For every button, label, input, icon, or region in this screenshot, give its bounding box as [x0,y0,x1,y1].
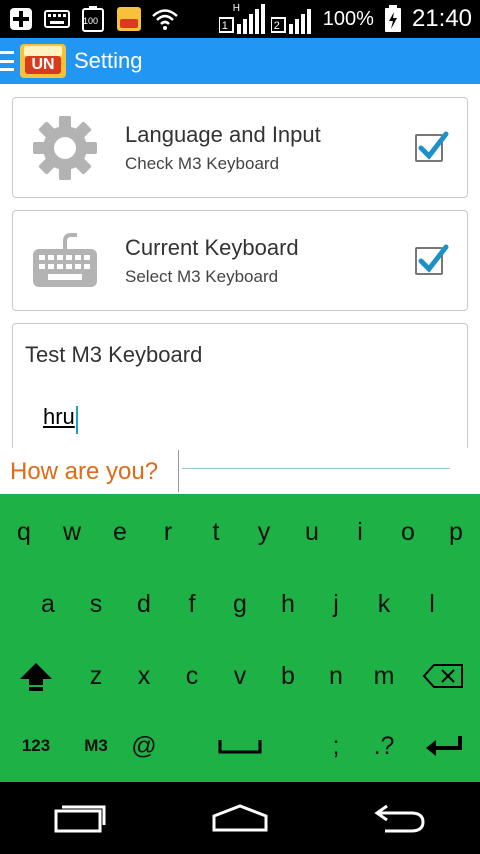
key-q[interactable]: q [0,502,48,562]
shift-icon [20,663,52,691]
enter-key[interactable] [414,716,474,776]
numbers-key[interactable]: 123 [12,716,60,776]
settings-content: Language and Input Check M3 Keyboard Cur… [0,84,480,453]
clock: 21:40 [411,5,472,32]
test-card-title: Test M3 Keyboard [25,342,203,367]
card-title: Current Keyboard [125,234,299,260]
language-key[interactable]: M3 [72,716,120,776]
page-title: Setting [74,48,143,73]
key-l[interactable]: l [408,574,456,634]
key-h[interactable]: h [264,574,312,634]
punctuation-key[interactable]: .? [360,716,408,776]
suggestion-item[interactable]: How are you? [10,458,158,486]
home-button[interactable] [205,793,275,843]
key-w[interactable]: w [48,502,96,562]
sim2-label: 2 [273,20,280,32]
space-icon [218,740,262,754]
key-z[interactable]: z [72,646,120,706]
suggestion-divider [178,450,179,492]
language-input-card[interactable]: Language and Input Check M3 Keyboard [12,97,468,198]
test-input-value: hru [43,404,75,429]
keyboard-icon [25,221,105,301]
app-logo: UN [20,44,66,78]
keyboard: q w e r t y u i o p a s d f g h j k l z … [0,494,480,782]
plus-box-icon [8,6,34,32]
keyboard-icon [44,6,70,32]
key-b[interactable]: b [264,646,312,706]
app-bar: UN Setting [0,38,480,84]
suggestion-bar: How are you? [0,448,480,494]
wifi-icon [152,6,178,32]
key-o[interactable]: o [384,502,432,562]
battery-badge: 100 [83,16,99,26]
key-r[interactable]: r [144,502,192,562]
key-d[interactable]: d [120,574,168,634]
key-v[interactable]: v [216,646,264,706]
key-g[interactable]: g [216,574,264,634]
app-logo-badge: UN [25,56,61,74]
test-input-field[interactable]: hru [43,404,467,434]
key-k[interactable]: k [360,574,408,634]
suggestion-empty-slot [182,468,450,469]
battery-percent: 100% [322,7,374,30]
language-input-checkbox[interactable] [415,131,449,162]
gear-icon [25,108,105,188]
status-bar: 100 H 1 2 100% 21:40 [0,0,480,38]
key-e[interactable]: e [96,502,144,562]
home-icon [212,804,268,832]
key-j[interactable]: j [312,574,360,634]
key-p[interactable]: p [432,502,480,562]
screen: { "status_bar": { "left_icons": ["plus-b… [0,0,480,854]
text-caret [75,405,78,434]
enter-icon [426,736,462,756]
key-f[interactable]: f [168,574,216,634]
at-key[interactable]: @ [120,716,168,776]
key-y[interactable]: y [240,502,288,562]
current-keyboard-checkbox[interactable] [415,244,449,275]
sim1-label: 1 [221,20,228,32]
key-i[interactable]: i [336,502,384,562]
key-t[interactable]: t [192,502,240,562]
test-keyboard-card: Test M3 Keyboard hru [12,323,468,453]
signal-sim2-icon: 2 [270,6,317,34]
backspace-key[interactable] [414,646,472,706]
back-icon [374,804,425,833]
semicolon-key[interactable]: ; [312,716,360,776]
shift-key[interactable] [12,646,60,706]
key-s[interactable]: s [72,574,120,634]
key-n[interactable]: n [312,646,360,706]
key-m[interactable]: m [360,646,408,706]
card-subtitle: Select M3 Keyboard [125,266,279,286]
recent-apps-icon [54,805,106,833]
battery-100-icon: 100 [80,6,106,32]
back-button[interactable] [365,793,435,843]
menu-icon[interactable] [0,51,14,71]
key-u[interactable]: u [288,502,336,562]
navigation-bar [0,782,480,854]
recent-apps-button[interactable] [45,793,115,843]
current-keyboard-card[interactable]: Current Keyboard Select M3 Keyboard [12,210,468,311]
key-x[interactable]: x [120,646,168,706]
card-subtitle: Check M3 Keyboard [125,153,280,173]
key-a[interactable]: a [24,574,72,634]
space-key[interactable] [168,716,312,776]
card-title: Language and Input [125,121,321,147]
battery-charging-icon [380,5,406,32]
key-c[interactable]: c [168,646,216,706]
app-logo-icon [116,6,142,32]
network-type-label: H [232,3,241,14]
signal-sim1-icon: H 1 [218,3,265,34]
backspace-icon [422,664,463,688]
